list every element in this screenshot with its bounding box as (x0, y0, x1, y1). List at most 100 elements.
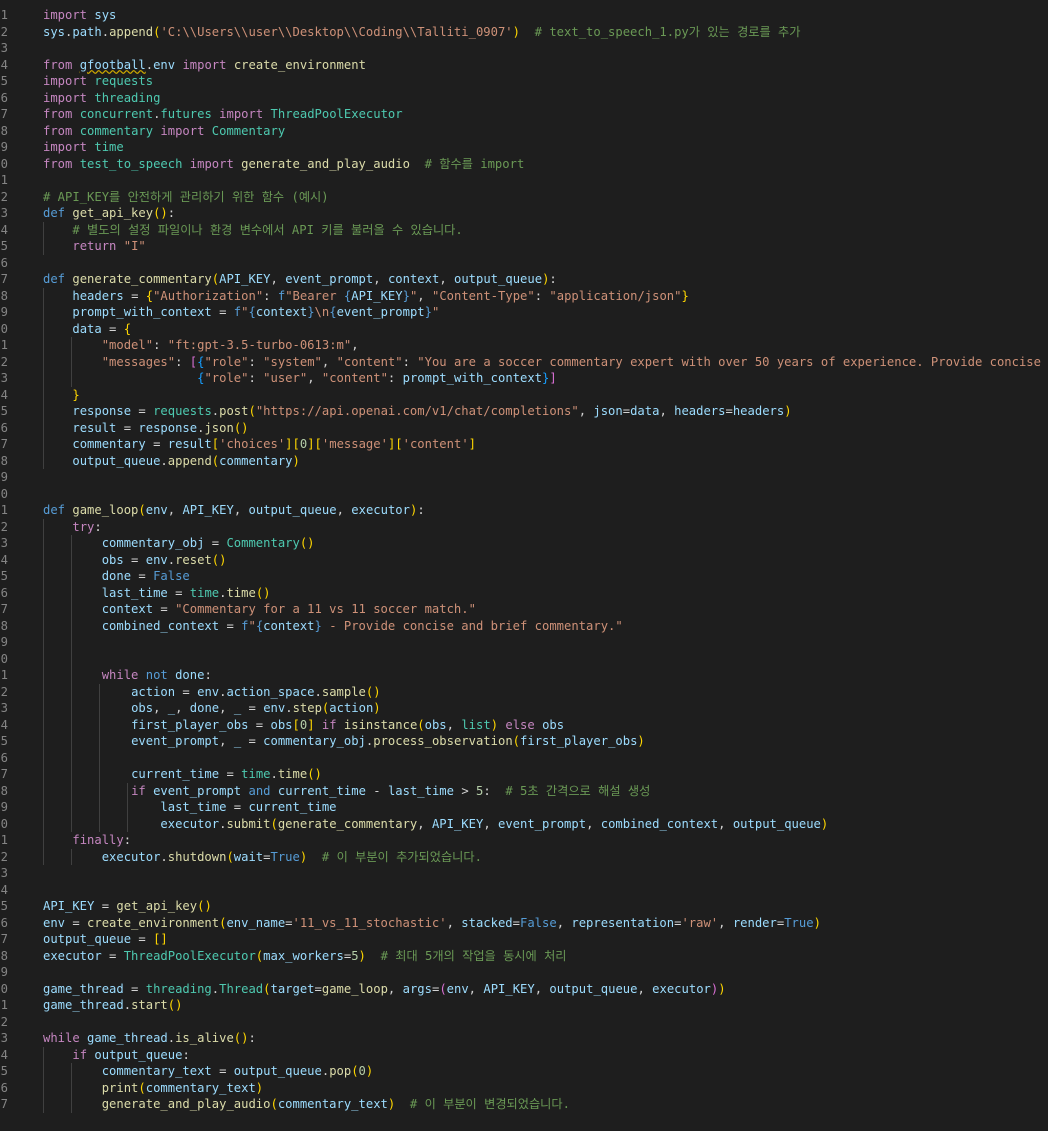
code-line[interactable]: 4 from gfootball.env import create_enviro… (0, 57, 1048, 74)
code-line[interactable]: 2 executor.shutdown(wait=True) # 이 부분이 추… (0, 849, 1048, 866)
code-token: , (153, 701, 168, 715)
code-line[interactable]: 5 API_KEY = get_api_key() (0, 898, 1048, 915)
code-line[interactable]: 5 return "I" (0, 238, 1048, 255)
code-line[interactable]: 3 obs, _, done, _ = env.step(action) (0, 700, 1048, 717)
code-line[interactable]: 1 def game_loop(env, API_KEY, output_queu… (0, 502, 1048, 519)
code-line[interactable]: 7 generate_and_play_audio(commentary_tex… (0, 1096, 1048, 1113)
code-line[interactable]: 7 current_time = time.time() (0, 766, 1048, 783)
code-line[interactable]: 7 context = "Commentary for a 11 vs 11 s… (0, 601, 1048, 618)
code-text: "messages": [{"role": "system", "content… (43, 354, 1048, 371)
code-line[interactable]: 6 (0, 255, 1048, 272)
code-token: : (483, 783, 506, 798)
code-line[interactable]: 1 import sys (0, 7, 1048, 24)
code-token: sys (94, 8, 117, 22)
code-line[interactable]: 8 from commentary import Commentary (0, 123, 1048, 140)
code-line[interactable]: 1 (0, 172, 1048, 189)
code-line[interactable]: 1 finally: (0, 832, 1048, 849)
code-line[interactable]: 0 executor.submit(generate_commentary, A… (0, 816, 1048, 833)
code-line[interactable]: 9 last_time = current_time (0, 799, 1048, 816)
code-token: return (72, 239, 117, 253)
code-line[interactable]: 4 obs = env.reset() (0, 552, 1048, 569)
code-line[interactable]: 8 combined_context = f"{context} - Provi… (0, 618, 1048, 635)
code-token: submit (226, 816, 271, 831)
code-line[interactable]: 6 env = create_environment(env_name='11_v… (0, 915, 1048, 932)
code-editor[interactable]: 1 import sys 2 sys.path.append('C:\\Users\\… (0, 0, 1048, 1131)
code-line[interactable]: 2 "messages": [{"role": "system", "conte… (0, 354, 1048, 371)
code-line[interactable]: 3 (0, 40, 1048, 57)
line-number: 5 (0, 239, 8, 253)
code-line[interactable]: 6 last_time = time.time() (0, 585, 1048, 602)
code-line[interactable]: 3 def get_api_key(): (0, 205, 1048, 222)
code-token: ][ (285, 437, 300, 451)
code-line[interactable]: 0 from test_to_speech import generate_and… (0, 156, 1048, 173)
code-token: True (270, 849, 300, 864)
code-line[interactable]: 4 (0, 882, 1048, 899)
code-line[interactable]: 0 data = { (0, 321, 1048, 338)
code-line[interactable]: 9 (0, 469, 1048, 486)
code-line[interactable]: 1 while not done: (0, 667, 1048, 684)
code-line[interactable]: 9 import time (0, 139, 1048, 156)
code-line[interactable]: 4 } (0, 387, 1048, 404)
code-line[interactable]: 1 game_thread.start() (0, 997, 1048, 1014)
code-line[interactable]: 6 import threading (0, 90, 1048, 107)
code-token: , (483, 816, 498, 831)
code-token: # text_to_speech_1.py가 있는 경로를 추가 (534, 24, 801, 39)
code-token: () (167, 998, 183, 1012)
code-line[interactable]: 4 # 별도의 설정 파일이나 환경 변수에서 API 키를 불러올 수 있습니… (0, 222, 1048, 239)
code-token: ThreadPoolExecutor (123, 948, 256, 963)
code-line[interactable]: 9 (0, 964, 1048, 981)
code-line[interactable]: 7 def generate_commentary(API_KEY, event_… (0, 271, 1048, 288)
line-number: 5 (0, 1064, 8, 1078)
code-line[interactable]: 5 response = requests.post("https://api.… (0, 403, 1048, 420)
code-line[interactable]: 0 (0, 486, 1048, 503)
code-line[interactable]: 8 if event_prompt and current_time - las… (0, 783, 1048, 800)
code-line[interactable]: 9 prompt_with_context = f"{context}\n{ev… (0, 304, 1048, 321)
code-token: : (167, 206, 176, 220)
code-line[interactable]: 0 game_thread = threading.Thread(target=g… (0, 981, 1048, 998)
code-line[interactable]: 3 (0, 865, 1048, 882)
code-line[interactable]: 5 done = False (0, 568, 1048, 585)
code-line[interactable]: 1 "model": "ft:gpt-3.5-turbo-0613:m", (0, 337, 1048, 354)
code-line[interactable]: 8 output_queue.append(commentary) (0, 453, 1048, 470)
code-line[interactable]: 5 event_prompt, _ = commentary_obj.proce… (0, 733, 1048, 750)
code-line[interactable]: 3 {"role": "user", "content": prompt_wit… (0, 370, 1048, 387)
code-token: _ (167, 701, 176, 715)
code-line[interactable]: 3 commentary_obj = Commentary() (0, 535, 1048, 552)
code-line[interactable]: 8 headers = {"Authorization": f"Bearer {… (0, 288, 1048, 305)
code-token: [] (153, 932, 168, 946)
code-token: if (131, 783, 146, 798)
code-token: False (153, 569, 190, 583)
code-line[interactable]: 7 commentary = result['choices'][0]['mes… (0, 436, 1048, 453)
code-token: { (123, 321, 132, 336)
code-line[interactable]: 2 sys.path.append('C:\\Users\\user\\Deskt… (0, 24, 1048, 41)
code-line[interactable]: 6 (0, 750, 1048, 767)
code-token: Thread (219, 981, 264, 996)
code-line[interactable]: 5 import requests (0, 73, 1048, 90)
code-line[interactable]: 3 while game_thread.is_alive(): (0, 1030, 1048, 1047)
code-line[interactable]: 2 action = env.action_space.sample() (0, 684, 1048, 701)
code-line[interactable]: 4 if output_queue: (0, 1047, 1048, 1064)
code-line[interactable]: 4 first_player_obs = obs[0] if isinstanc… (0, 717, 1048, 734)
code-line[interactable]: 0 (0, 651, 1048, 668)
code-line[interactable]: 2 # API_KEY를 안전하게 관리하기 위한 함수 (예시) (0, 189, 1048, 206)
code-token: = (116, 420, 139, 435)
code-text: commentary_text = output_queue.pop(0) (43, 1063, 374, 1080)
code-line[interactable]: 6 print(commentary_text) (0, 1080, 1048, 1097)
code-line[interactable]: 2 (0, 1014, 1048, 1031)
code-token: # 별도의 설정 파일이나 환경 변수에서 API 키를 불러올 수 있습니다. (72, 222, 463, 237)
code-line[interactable]: 8 executor = ThreadPoolExecutor(max_worke… (0, 948, 1048, 965)
code-line[interactable]: 6 result = response.json() (0, 420, 1048, 437)
code-line[interactable]: 5 commentary_text = output_queue.pop(0) (0, 1063, 1048, 1080)
code-line[interactable]: 2 try: (0, 519, 1048, 536)
line-number: 0 (0, 981, 8, 996)
line-number: 1 (0, 8, 8, 22)
code-token: obs (424, 717, 447, 732)
code-line[interactable]: 9 (0, 634, 1048, 651)
code-line[interactable]: 7 from concurrent.futures import ThreadPo… (0, 106, 1048, 123)
code-line[interactable]: 7 output_queue = [] (0, 931, 1048, 948)
